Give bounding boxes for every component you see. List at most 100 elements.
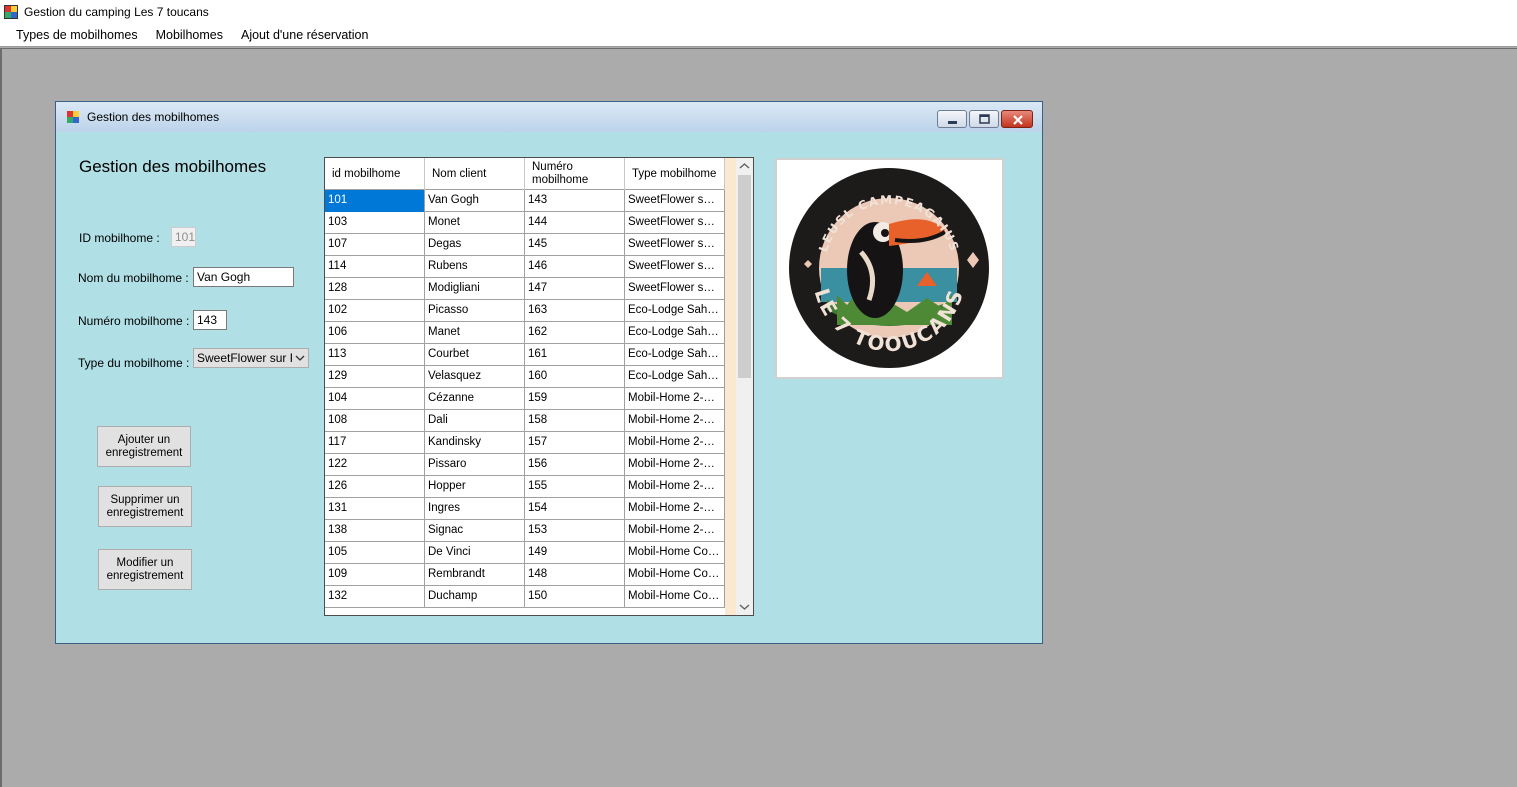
- column-header-nom-client[interactable]: Nom client: [425, 158, 525, 190]
- column-header-numero[interactable]: Numéro mobilhome: [525, 158, 625, 190]
- menu-item-mobilhomes[interactable]: Mobilhomes: [147, 24, 232, 46]
- cell-nom-client[interactable]: Modigliani: [425, 278, 525, 300]
- cell-id[interactable]: 109: [325, 564, 425, 586]
- cell-type[interactable]: Mobil-Home 2-3 p...: [625, 388, 725, 410]
- cell-nom-client[interactable]: Monet: [425, 212, 525, 234]
- table-row[interactable]: 132 Duchamp 150 Mobil-Home Conf...: [325, 586, 725, 608]
- table-row[interactable]: 131 Ingres 154 Mobil-Home 2-3 p...: [325, 498, 725, 520]
- cell-nom-client[interactable]: Duchamp: [425, 586, 525, 608]
- cell-id[interactable]: 104: [325, 388, 425, 410]
- cell-id[interactable]: 113: [325, 344, 425, 366]
- cell-id[interactable]: 101: [325, 190, 425, 212]
- cell-type[interactable]: Mobil-Home 2-3 p...: [625, 454, 725, 476]
- cell-id[interactable]: 108: [325, 410, 425, 432]
- cell-type[interactable]: Eco-Lodge Sahar...: [625, 344, 725, 366]
- close-button[interactable]: [1001, 110, 1033, 128]
- cell-type[interactable]: Mobil-Home Conf...: [625, 586, 725, 608]
- cell-nom-client[interactable]: Cézanne: [425, 388, 525, 410]
- table-row[interactable]: 108 Dali 158 Mobil-Home 2-3 p...: [325, 410, 725, 432]
- table-row[interactable]: 106 Manet 162 Eco-Lodge Sahar...: [325, 322, 725, 344]
- name-field[interactable]: Van Gogh: [193, 267, 294, 287]
- cell-nom-client[interactable]: Manet: [425, 322, 525, 344]
- cell-type[interactable]: Mobil-Home 2-3 p...: [625, 476, 725, 498]
- cell-numero[interactable]: 143: [525, 190, 625, 212]
- cell-id[interactable]: 106: [325, 322, 425, 344]
- edit-record-button[interactable]: Modifier un enregistrement: [98, 549, 192, 590]
- menu-item-types-mobilhomes[interactable]: Types de mobilhomes: [7, 24, 147, 46]
- cell-numero[interactable]: 150: [525, 586, 625, 608]
- table-row[interactable]: 113 Courbet 161 Eco-Lodge Sahar...: [325, 344, 725, 366]
- table-row[interactable]: 128 Modigliani 147 SweetFlower sur ...: [325, 278, 725, 300]
- cell-id[interactable]: 114: [325, 256, 425, 278]
- cell-id[interactable]: 105: [325, 542, 425, 564]
- table-row[interactable]: 114 Rubens 146 SweetFlower sur ...: [325, 256, 725, 278]
- cell-numero[interactable]: 154: [525, 498, 625, 520]
- type-select[interactable]: SweetFlower sur Pil: [193, 348, 309, 368]
- scroll-up-icon[interactable]: [736, 158, 753, 175]
- cell-id[interactable]: 138: [325, 520, 425, 542]
- table-row[interactable]: 129 Velasquez 160 Eco-Lodge Sahar...: [325, 366, 725, 388]
- cell-nom-client[interactable]: Ingres: [425, 498, 525, 520]
- cell-type[interactable]: Mobil-Home 2-3 p...: [625, 498, 725, 520]
- table-row[interactable]: 107 Degas 145 SweetFlower sur ...: [325, 234, 725, 256]
- cell-nom-client[interactable]: Rembrandt: [425, 564, 525, 586]
- delete-record-button[interactable]: Supprimer un enregistrement: [98, 486, 192, 527]
- cell-numero[interactable]: 163: [525, 300, 625, 322]
- cell-numero[interactable]: 155: [525, 476, 625, 498]
- cell-nom-client[interactable]: Degas: [425, 234, 525, 256]
- cell-numero[interactable]: 156: [525, 454, 625, 476]
- table-row[interactable]: 126 Hopper 155 Mobil-Home 2-3 p...: [325, 476, 725, 498]
- cell-numero[interactable]: 148: [525, 564, 625, 586]
- cell-type[interactable]: Mobil-Home 2-3 p...: [625, 520, 725, 542]
- scrollbar-thumb[interactable]: [738, 175, 751, 378]
- minimize-button[interactable]: [937, 110, 967, 128]
- cell-type[interactable]: SweetFlower sur ...: [625, 190, 725, 212]
- table-row[interactable]: 102 Picasso 163 Eco-Lodge Sahar...: [325, 300, 725, 322]
- cell-type[interactable]: Eco-Lodge Sahar...: [625, 322, 725, 344]
- table-row[interactable]: 117 Kandinsky 157 Mobil-Home 2-3 p...: [325, 432, 725, 454]
- cell-numero[interactable]: 149: [525, 542, 625, 564]
- cell-id[interactable]: 129: [325, 366, 425, 388]
- menu-item-ajout-reservation[interactable]: Ajout d'une réservation: [232, 24, 377, 46]
- table-row[interactable]: 104 Cézanne 159 Mobil-Home 2-3 p...: [325, 388, 725, 410]
- table-row[interactable]: 138 Signac 153 Mobil-Home 2-3 p...: [325, 520, 725, 542]
- cell-numero[interactable]: 157: [525, 432, 625, 454]
- cell-nom-client[interactable]: Dali: [425, 410, 525, 432]
- column-header-type[interactable]: Type mobilhome: [625, 158, 725, 190]
- cell-nom-client[interactable]: Van Gogh: [425, 190, 525, 212]
- cell-nom-client[interactable]: Signac: [425, 520, 525, 542]
- cell-id[interactable]: 128: [325, 278, 425, 300]
- cell-id[interactable]: 107: [325, 234, 425, 256]
- mobilhomes-table[interactable]: id mobilhome Nom client Numéro mobilhome…: [324, 157, 754, 616]
- cell-numero[interactable]: 159: [525, 388, 625, 410]
- cell-type[interactable]: Mobil-Home Conf...: [625, 542, 725, 564]
- cell-type[interactable]: Eco-Lodge Sahar...: [625, 300, 725, 322]
- cell-id[interactable]: 126: [325, 476, 425, 498]
- table-row[interactable]: 105 De Vinci 149 Mobil-Home Conf...: [325, 542, 725, 564]
- table-vertical-scrollbar[interactable]: [736, 158, 753, 615]
- cell-numero[interactable]: 153: [525, 520, 625, 542]
- cell-id[interactable]: 131: [325, 498, 425, 520]
- cell-type[interactable]: SweetFlower sur ...: [625, 278, 725, 300]
- cell-id[interactable]: 132: [325, 586, 425, 608]
- cell-numero[interactable]: 145: [525, 234, 625, 256]
- number-field[interactable]: 143: [193, 310, 227, 330]
- cell-id[interactable]: 122: [325, 454, 425, 476]
- cell-id[interactable]: 102: [325, 300, 425, 322]
- cell-type[interactable]: SweetFlower sur ...: [625, 256, 725, 278]
- cell-type[interactable]: Eco-Lodge Sahar...: [625, 366, 725, 388]
- cell-type[interactable]: Mobil-Home 2-3 p...: [625, 410, 725, 432]
- cell-id[interactable]: 117: [325, 432, 425, 454]
- table-row[interactable]: 101 Van Gogh 143 SweetFlower sur ...: [325, 190, 725, 212]
- cell-nom-client[interactable]: Picasso: [425, 300, 525, 322]
- cell-nom-client[interactable]: Velasquez: [425, 366, 525, 388]
- scroll-down-icon[interactable]: [736, 598, 753, 615]
- table-row[interactable]: 109 Rembrandt 148 Mobil-Home Conf...: [325, 564, 725, 586]
- cell-type[interactable]: Mobil-Home Conf...: [625, 564, 725, 586]
- cell-nom-client[interactable]: Rubens: [425, 256, 525, 278]
- cell-numero[interactable]: 144: [525, 212, 625, 234]
- cell-id[interactable]: 103: [325, 212, 425, 234]
- column-header-id[interactable]: id mobilhome: [325, 158, 425, 190]
- add-record-button[interactable]: Ajouter un enregistrement: [97, 426, 191, 467]
- cell-nom-client[interactable]: Courbet: [425, 344, 525, 366]
